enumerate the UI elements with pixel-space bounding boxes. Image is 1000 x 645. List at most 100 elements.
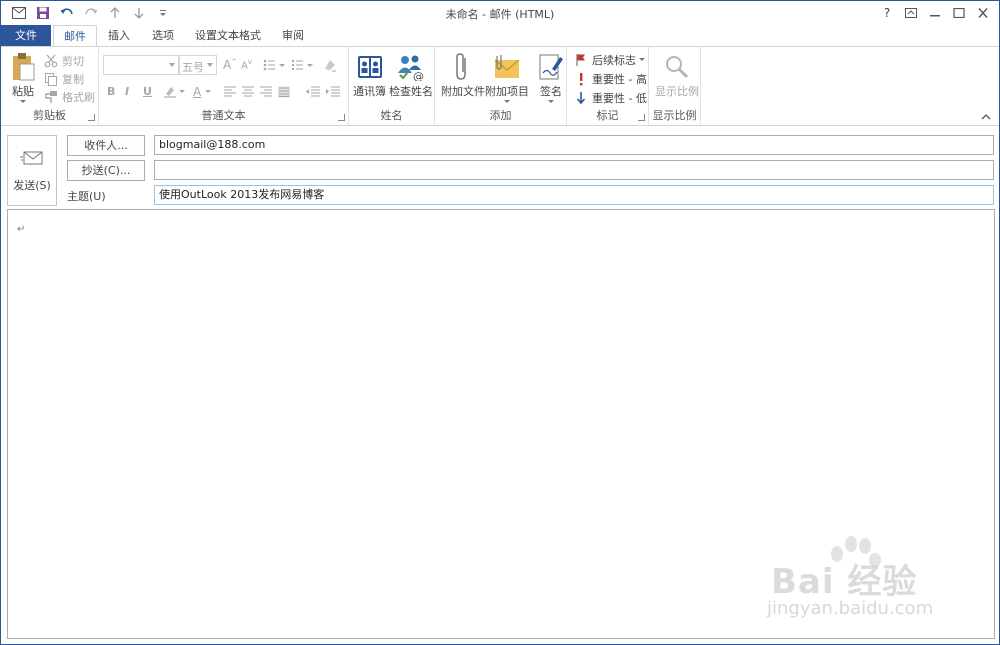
tab-insert[interactable]: 插入 (101, 25, 137, 47)
importance-high-label: 重要性 - 高 (592, 73, 647, 86)
follow-up-dropdown-icon (639, 58, 645, 61)
paste-label: 粘贴 (12, 85, 34, 98)
bullets-icon[interactable] (263, 56, 287, 74)
group-tags-label: 标记 (596, 109, 619, 122)
attach-file-button[interactable]: 附加文件 (441, 51, 485, 99)
help-icon[interactable]: ? (875, 3, 899, 23)
zoom-button[interactable]: 显示比例 (655, 51, 699, 99)
ribbon-tabs: 文件 邮件 插入 选项 设置文本格式 审阅 (1, 25, 999, 48)
italic-button[interactable]: I (125, 85, 129, 98)
tab-format-text[interactable]: 设置文本格式 (191, 25, 265, 47)
minimize-icon[interactable] (923, 3, 947, 23)
underline-button[interactable]: U (143, 85, 152, 98)
format-painter-label: 格式刷 (62, 91, 95, 104)
attach-item-button[interactable]: 附加项目 (485, 51, 529, 105)
svg-text:@: @ (413, 70, 424, 81)
clear-formatting-icon[interactable] (323, 56, 337, 74)
font-color-icon[interactable]: A (193, 83, 214, 101)
signature-label: 签名 (540, 85, 562, 98)
paste-dropdown-icon (20, 100, 26, 103)
group-zoom-label: 显示比例 (652, 109, 697, 122)
to-button[interactable]: 收件人... (67, 135, 145, 156)
watermark-url: jingyan.baidu.com (767, 598, 934, 619)
shrink-font-icon[interactable]: Av (241, 56, 252, 74)
bold-button[interactable]: B (107, 85, 115, 98)
subject-field[interactable]: 使用OutLook 2013发布网易博客 (154, 185, 994, 205)
increase-indent-icon[interactable] (325, 83, 341, 101)
importance-high-button[interactable]: 重要性 - 高 (573, 70, 647, 88)
maximize-icon[interactable] (947, 3, 971, 23)
cc-field[interactable] (154, 160, 994, 180)
justify-icon[interactable] (277, 83, 291, 101)
signature-icon (535, 51, 567, 83)
check-names-button[interactable]: @ 检查姓名 (389, 51, 433, 99)
paste-button[interactable]: 粘贴 (7, 51, 39, 105)
importance-low-label: 重要性 - 低 (592, 92, 647, 105)
cut-button[interactable]: 剪切 (43, 52, 84, 70)
group-basic-text-label: 普通文本 (201, 109, 246, 122)
check-names-icon: @ (395, 51, 427, 83)
magnifier-icon (661, 51, 693, 83)
align-center-icon[interactable] (241, 83, 255, 101)
cc-button[interactable]: 抄送(C)... (67, 160, 145, 181)
tags-launcher-icon[interactable] (638, 114, 645, 121)
font-size-combo[interactable]: 五号 (179, 55, 217, 75)
format-painter-button[interactable]: 格式刷 (43, 88, 95, 106)
address-book-label: 通讯簿 (353, 85, 386, 98)
send-icon (20, 151, 43, 164)
align-left-icon[interactable] (223, 83, 237, 101)
importance-low-button[interactable]: 重要性 - 低 (573, 89, 647, 107)
follow-up-button[interactable]: 后续标志 (573, 51, 646, 69)
group-tags: 后续标志 重要性 - 高 重要性 - 低 标记 (567, 47, 649, 125)
copy-button[interactable]: 复制 (43, 70, 84, 88)
font-name-combo[interactable] (103, 55, 179, 75)
window-controls: ? (875, 3, 995, 23)
grow-font-icon[interactable]: A^ (223, 56, 237, 74)
subject-label: 主题(U) (67, 190, 106, 203)
group-clipboard-label: 剪贴板 (33, 109, 66, 122)
paste-icon (7, 51, 39, 83)
zoom-label: 显示比例 (655, 85, 699, 98)
attach-item-dropdown-icon (504, 100, 510, 103)
check-names-label: 检查姓名 (389, 85, 433, 98)
brush-icon (43, 89, 59, 105)
group-names: 通讯簿 @ 检查姓名 姓名 (349, 47, 435, 125)
close-icon[interactable] (971, 3, 995, 23)
decrease-indent-icon[interactable] (305, 83, 321, 101)
group-zoom: 显示比例 显示比例 (649, 47, 701, 125)
group-names-label: 姓名 (380, 109, 403, 122)
scissors-icon (43, 53, 59, 69)
font-size-value: 五号 (182, 61, 204, 74)
clipboard-launcher-icon[interactable] (88, 114, 95, 121)
baidu-watermark: Bai 经验 jingyan.baidu.com (763, 536, 973, 631)
tab-file[interactable]: 文件 (1, 25, 51, 47)
copy-icon (43, 71, 59, 87)
ribbon-display-icon[interactable] (899, 3, 923, 23)
send-button[interactable]: 发送(S) (7, 135, 57, 206)
tab-mail[interactable]: 邮件 (53, 25, 97, 48)
title-bar: 未命名 - 邮件 (HTML) ? (1, 1, 999, 25)
follow-up-label: 后续标志 (592, 54, 636, 67)
group-basic-text: 五号 A^ Av B I U A 普通文本 (99, 47, 349, 125)
watermark-text: Bai 经验 (771, 562, 918, 602)
group-include-label: 添加 (489, 109, 512, 122)
tab-review[interactable]: 审阅 (275, 25, 311, 47)
address-book-button[interactable]: 通讯簿 (353, 51, 386, 99)
numbering-icon[interactable] (291, 56, 315, 74)
message-header: 发送(S) 收件人... blogmail@188.com 抄送(C)... 主… (1, 126, 999, 208)
signature-button[interactable]: 签名 (535, 51, 567, 105)
collapse-ribbon-icon[interactable] (981, 111, 991, 121)
attach-file-label: 附加文件 (441, 85, 485, 98)
highlight-icon[interactable] (163, 83, 187, 101)
arrow-down-icon (573, 90, 589, 106)
outlook-compose-window: 未命名 - 邮件 (HTML) ? 文件 邮件 插入 选项 设置文本格式 审阅 (0, 0, 1000, 645)
group-clipboard: 粘贴 剪切 复制 格式刷 剪贴板 (1, 47, 99, 125)
attach-item-icon (491, 51, 523, 83)
flag-icon (573, 52, 589, 68)
send-label: 发送(S) (13, 178, 51, 192)
ribbon: 粘贴 剪切 复制 格式刷 剪贴板 五号 A^ Av B I U A 普通文本 通… (1, 46, 999, 126)
tab-options[interactable]: 选项 (145, 25, 181, 47)
align-right-icon[interactable] (259, 83, 273, 101)
to-field[interactable]: blogmail@188.com (154, 135, 994, 155)
basic-text-launcher-icon[interactable] (338, 114, 345, 121)
